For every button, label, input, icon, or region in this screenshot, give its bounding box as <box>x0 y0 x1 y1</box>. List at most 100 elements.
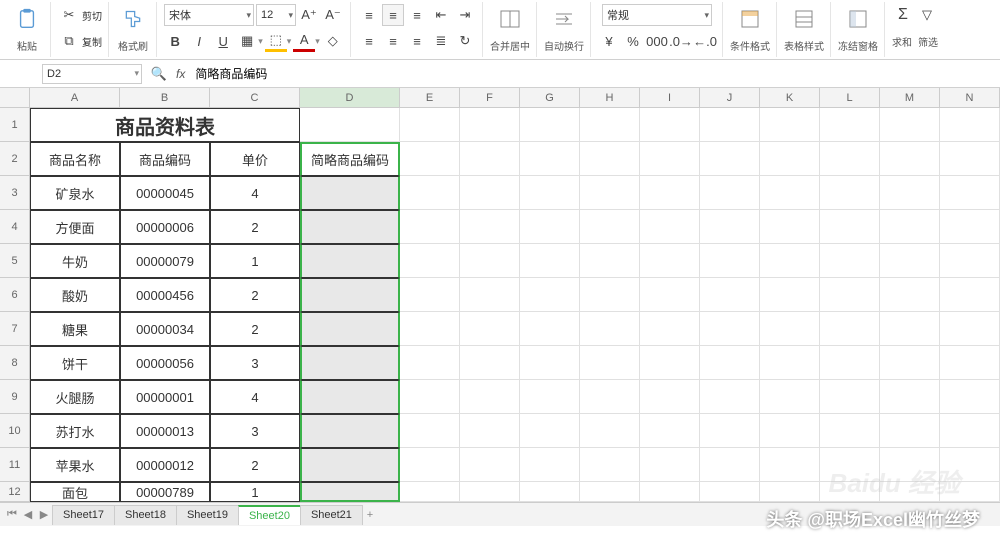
add-sheet-button[interactable]: + <box>362 509 378 521</box>
column-header-J[interactable]: J <box>700 88 760 107</box>
filter-button[interactable]: ▽ <box>916 4 938 26</box>
column-header-I[interactable]: I <box>640 88 700 107</box>
cell[interactable]: 商品编码 <box>120 142 210 176</box>
cell[interactable] <box>940 210 1000 244</box>
cell[interactable] <box>400 142 460 176</box>
cell[interactable] <box>760 380 820 414</box>
column-header-A[interactable]: A <box>30 88 120 107</box>
cell[interactable] <box>700 278 760 312</box>
cell[interactable]: 简略商品编码 <box>300 142 400 176</box>
cell[interactable] <box>580 346 640 380</box>
cell[interactable] <box>400 380 460 414</box>
row-header[interactable]: 6 <box>0 278 30 312</box>
cell[interactable]: 00000006 <box>120 210 210 244</box>
cell[interactable]: 00000789 <box>120 482 210 502</box>
column-header-E[interactable]: E <box>400 88 460 107</box>
cell[interactable] <box>640 380 700 414</box>
borders-button[interactable]: ▦ <box>236 30 258 52</box>
wrap-text-button[interactable] <box>547 2 581 36</box>
number-format-select[interactable]: 常规 <box>602 4 712 26</box>
cell[interactable] <box>940 108 1000 142</box>
cell[interactable]: 00000034 <box>120 312 210 346</box>
column-header-B[interactable]: B <box>120 88 210 107</box>
cell[interactable]: 2 <box>210 210 300 244</box>
cell[interactable] <box>400 448 460 482</box>
cell[interactable] <box>940 278 1000 312</box>
sheet-tab[interactable]: Sheet18 <box>114 505 177 525</box>
cell[interactable] <box>820 244 880 278</box>
cell[interactable]: 火腿肠 <box>30 380 120 414</box>
sheet-tab[interactable]: Sheet21 <box>300 505 363 525</box>
cell[interactable] <box>760 176 820 210</box>
cell[interactable] <box>400 312 460 346</box>
cell[interactable] <box>520 482 580 502</box>
decrease-decimal-button[interactable]: ←.0 <box>694 30 716 52</box>
cell[interactable] <box>460 312 520 346</box>
cell[interactable]: 饼干 <box>30 346 120 380</box>
cell[interactable] <box>700 312 760 346</box>
cell[interactable] <box>300 176 400 210</box>
cell[interactable] <box>880 312 940 346</box>
percent-button[interactable]: % <box>622 30 644 52</box>
cell[interactable] <box>880 244 940 278</box>
cell[interactable]: 2 <box>210 278 300 312</box>
row-header[interactable]: 4 <box>0 210 30 244</box>
fx-icon[interactable]: fx <box>176 67 185 81</box>
cell[interactable] <box>760 448 820 482</box>
cell[interactable] <box>520 244 580 278</box>
cell[interactable]: 商品资料表 <box>30 108 300 142</box>
cell[interactable]: 3 <box>210 414 300 448</box>
cell[interactable] <box>400 482 460 502</box>
cell[interactable] <box>820 414 880 448</box>
tab-first-button[interactable]: ⏮ <box>4 508 20 521</box>
row-header[interactable]: 10 <box>0 414 30 448</box>
cell[interactable] <box>820 312 880 346</box>
freeze-panes-button[interactable] <box>841 2 875 36</box>
copy-button[interactable]: ⧉ <box>58 30 80 52</box>
cell[interactable] <box>940 142 1000 176</box>
cell[interactable] <box>580 380 640 414</box>
cell[interactable]: 矿泉水 <box>30 176 120 210</box>
align-middle-button[interactable]: ≡ <box>382 4 404 26</box>
cell[interactable] <box>820 108 880 142</box>
cell[interactable]: 苹果水 <box>30 448 120 482</box>
spreadsheet-grid[interactable]: ABCDEFGHIJKLMN 1商品资料表2商品名称商品编码单价简略商品编码3矿… <box>0 88 1000 502</box>
cell[interactable] <box>580 278 640 312</box>
font-color-button[interactable]: A <box>293 30 315 52</box>
cell[interactable] <box>820 176 880 210</box>
decrease-font-button[interactable]: A⁻ <box>322 4 344 26</box>
row-header[interactable]: 2 <box>0 142 30 176</box>
cell[interactable] <box>700 176 760 210</box>
cell[interactable] <box>820 278 880 312</box>
row-header[interactable]: 3 <box>0 176 30 210</box>
sheet-tab[interactable]: Sheet17 <box>52 505 115 525</box>
align-center-button[interactable]: ≡ <box>382 30 404 52</box>
cell[interactable] <box>580 312 640 346</box>
cell[interactable]: 3 <box>210 346 300 380</box>
currency-button[interactable]: ¥ <box>598 30 620 52</box>
cell[interactable]: 酸奶 <box>30 278 120 312</box>
format-painter-button[interactable] <box>116 2 150 36</box>
fill-color-button[interactable]: ⬚ <box>265 30 287 52</box>
cell[interactable] <box>580 210 640 244</box>
cell[interactable] <box>880 210 940 244</box>
cell[interactable] <box>940 176 1000 210</box>
cell[interactable] <box>820 142 880 176</box>
cell[interactable] <box>520 142 580 176</box>
cell[interactable] <box>300 346 400 380</box>
cell[interactable] <box>760 108 820 142</box>
cell[interactable]: 00000012 <box>120 448 210 482</box>
cell[interactable] <box>400 210 460 244</box>
cell[interactable]: 4 <box>210 380 300 414</box>
cell[interactable]: 00000013 <box>120 414 210 448</box>
cell[interactable] <box>460 482 520 502</box>
cell[interactable] <box>640 210 700 244</box>
align-right-button[interactable]: ≡ <box>406 30 428 52</box>
cell[interactable]: 单价 <box>210 142 300 176</box>
cell[interactable] <box>300 448 400 482</box>
cell[interactable] <box>580 448 640 482</box>
cell[interactable]: 00000045 <box>120 176 210 210</box>
column-header-C[interactable]: C <box>210 88 300 107</box>
align-bottom-button[interactable]: ≡ <box>406 4 428 26</box>
cell[interactable] <box>400 176 460 210</box>
